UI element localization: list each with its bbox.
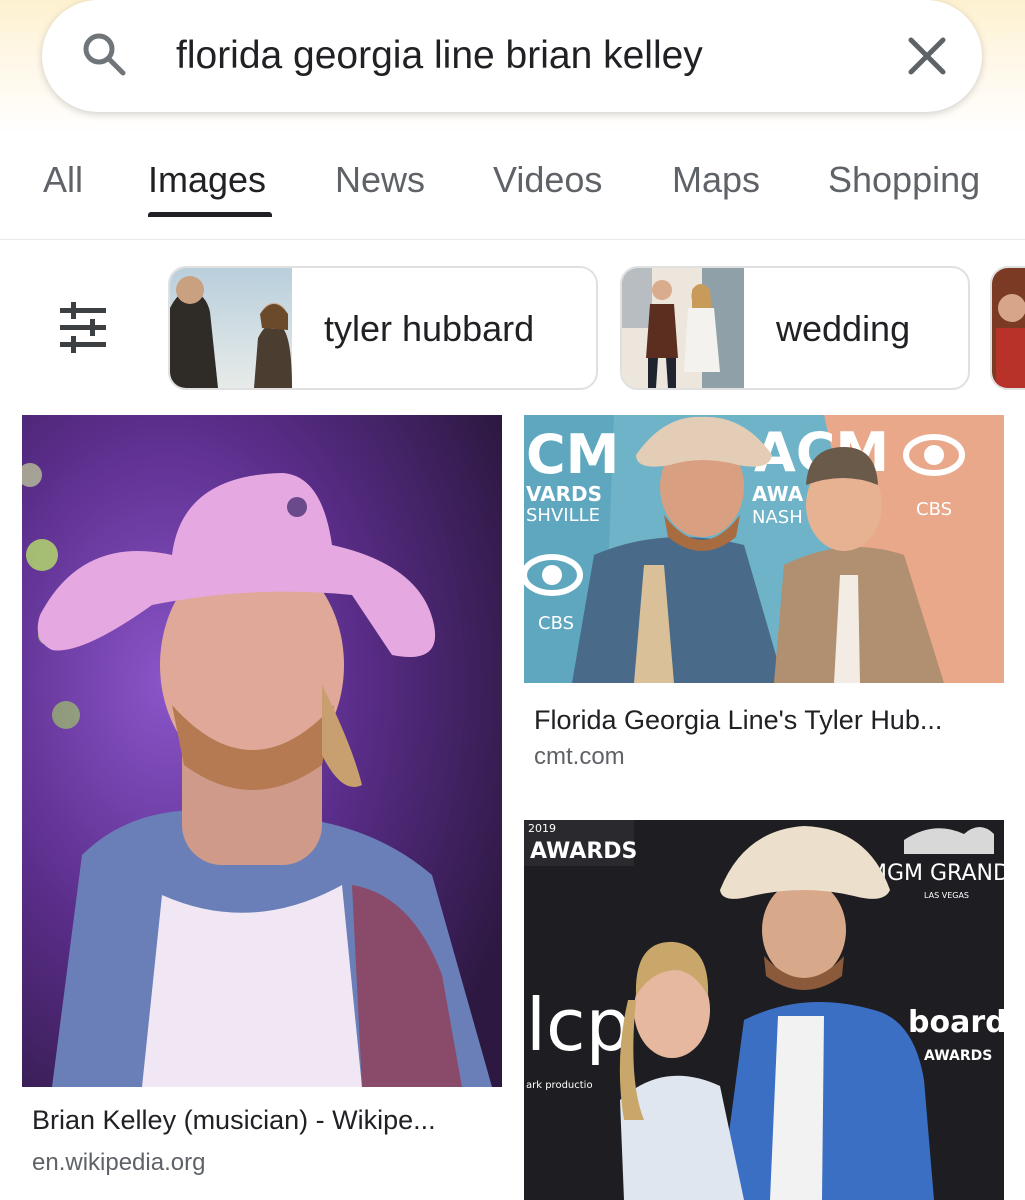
backdrop-text: board [908, 1005, 1004, 1040]
backdrop-text: CM [526, 423, 619, 486]
chip-label: wedding [776, 308, 911, 349]
image-result-cmt[interactable]: CM VARDS SHVILLE ACM AWA NASH CBS CBS Fl… [524, 415, 1004, 775]
tab-images[interactable]: Images [148, 159, 266, 201]
backdrop-text: MGM GRAND [868, 861, 1004, 886]
image-result-billboard[interactable]: 2019 AWARDS MGM GRAND LAS VEGAS lcp boar… [524, 820, 1004, 1200]
backdrop-text: 2019 [528, 822, 556, 835]
tab-maps[interactable]: Maps [672, 159, 760, 201]
chip-thumbnail [622, 268, 744, 388]
backdrop-text: lcp [526, 983, 631, 1067]
related-chip-wedding[interactable]: wedding [620, 266, 970, 390]
tab-videos[interactable]: Videos [493, 159, 602, 201]
chip-label: tyler hubbard [324, 308, 535, 349]
tab-all[interactable]: All [43, 159, 83, 201]
backdrop-text: ark productio [526, 1080, 593, 1091]
tune-icon[interactable] [58, 302, 108, 354]
result-image[interactable] [22, 415, 502, 1087]
tab-shopping[interactable]: Shopping [828, 159, 980, 201]
search-input[interactable]: florida georgia line brian kelley [176, 34, 703, 78]
backdrop-text: AWA [752, 482, 804, 506]
result-image[interactable]: CM VARDS SHVILLE ACM AWA NASH CBS CBS [524, 415, 1004, 683]
tab-news[interactable]: News [335, 159, 425, 201]
backdrop-text: NASH [752, 507, 803, 528]
backdrop-text: AWARDS [924, 1048, 992, 1064]
active-tab-indicator [148, 212, 272, 217]
search-header: florida georgia line brian kelley [0, 0, 1025, 135]
chip-thumbnail [992, 268, 1025, 388]
related-chip-partial[interactable] [990, 266, 1025, 390]
backdrop-text: AWARDS [530, 839, 637, 864]
result-title[interactable]: Brian Kelley (musician) - Wikipe... [32, 1105, 436, 1136]
search-icon[interactable] [80, 30, 128, 78]
backdrop-text: VARDS [526, 482, 602, 506]
result-image[interactable]: 2019 AWARDS MGM GRAND LAS VEGAS lcp boar… [524, 820, 1004, 1200]
search-box[interactable]: florida georgia line brian kelley [42, 0, 982, 112]
image-result-wikipedia[interactable]: Brian Kelley (musician) - Wikipe... en.w… [22, 415, 502, 1195]
backdrop-text: CBS [916, 499, 952, 520]
result-source: en.wikipedia.org [32, 1149, 206, 1176]
backdrop-text: CBS [538, 613, 574, 634]
search-tabs: All Images News Videos Maps Shopping [0, 135, 1025, 240]
related-chip-tyler-hubbard[interactable]: tyler hubbard [168, 266, 598, 390]
chip-thumbnail [170, 268, 292, 388]
close-icon[interactable] [906, 35, 948, 77]
result-title[interactable]: Florida Georgia Line's Tyler Hub... [534, 705, 942, 736]
backdrop-text: LAS VEGAS [924, 891, 969, 900]
backdrop-text: SHVILLE [526, 505, 600, 526]
result-source: cmt.com [534, 743, 625, 770]
